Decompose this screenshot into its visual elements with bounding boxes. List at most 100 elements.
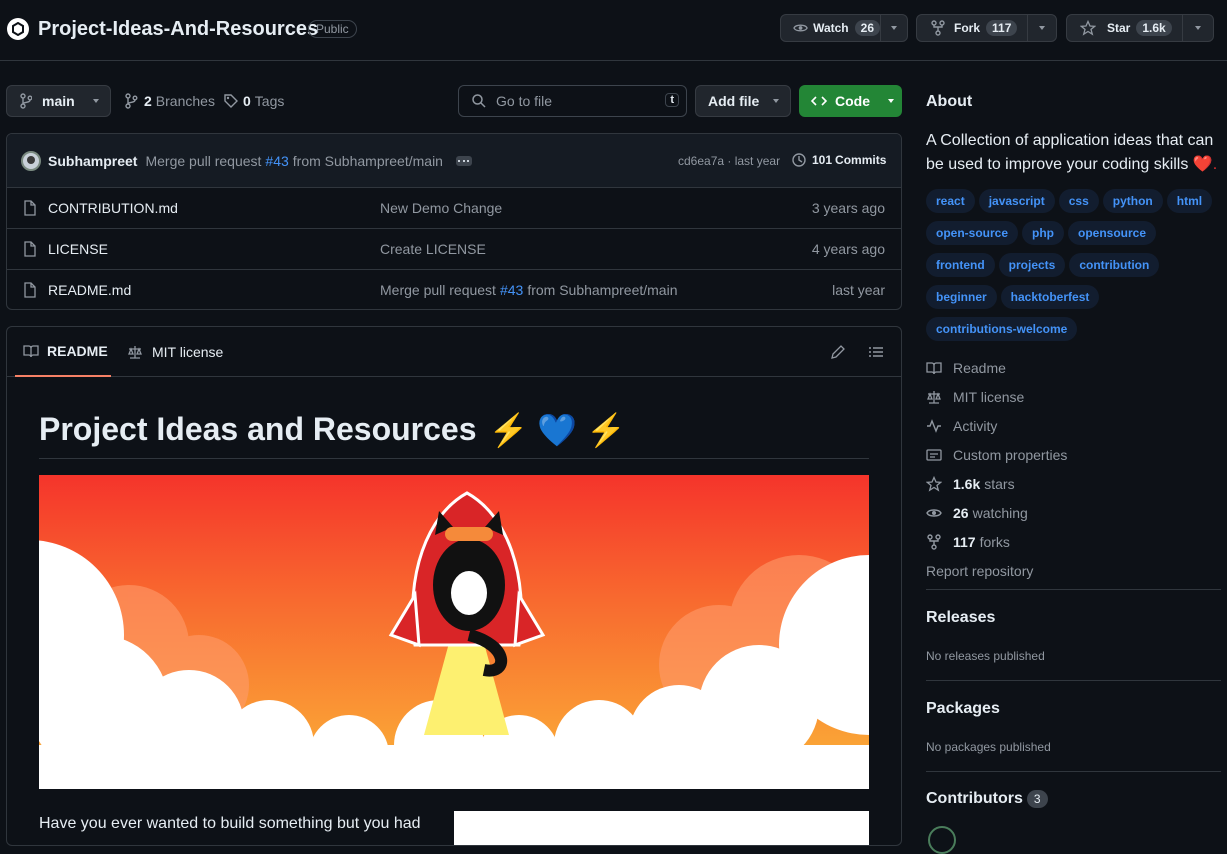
topic-tag[interactable]: python [1102,189,1163,213]
file-commit-pr-link[interactable]: #43 [500,282,523,298]
fork-icon [927,533,941,550]
topic-tag[interactable]: projects [998,253,1066,277]
contributor-avatar[interactable] [928,826,956,854]
forks-link[interactable]: 117 forks [926,527,1222,556]
go-to-file-input[interactable]: Go to file t [458,85,687,117]
note-icon [926,448,942,461]
commit-pr-link[interactable]: #43 [265,153,288,169]
commit-sha-time[interactable]: cd6ea7a · last year [678,154,780,168]
star-button[interactable]: Star 1.6k [1066,14,1214,42]
topic-tag[interactable]: css [1058,189,1099,213]
history-icon [792,153,806,167]
forks-count: 117 [953,533,976,550]
file-name[interactable]: CONTRIBUTION.md [48,200,178,216]
report-repository-link[interactable]: Report repository [926,556,1222,585]
file-icon [24,200,36,216]
readme-side-image [454,811,869,845]
tab-readme[interactable]: README [15,327,111,377]
license-link[interactable]: MIT license [926,382,1222,411]
chevron-down-icon [92,99,99,103]
file-commit-message[interactable]: Merge pull request [380,282,496,298]
shortcut-key: t [665,93,679,107]
repo-name[interactable]: Project-Ideas-And-Resources [38,18,318,41]
tags-label: Tags [254,93,285,109]
branch-selector[interactable]: main [6,85,111,117]
sidebar-divider [926,771,1221,772]
star-label: Star [1107,21,1131,35]
custom-properties-link[interactable]: Custom properties [926,440,1222,469]
avatar[interactable] [21,150,41,171]
code-label: Code [835,93,870,109]
branches-link[interactable]: 2 Branches [124,93,215,109]
commit-message-prefix[interactable]: Merge pull request [145,153,261,169]
sidebar-divider [926,589,1221,590]
stars-link[interactable]: 1.6k stars [926,469,1222,498]
readme-intro-text: Have you ever wanted to build something … [39,815,421,832]
file-commit-message-suffix[interactable]: from Subhampreet/main [527,282,677,298]
scale-icon [128,346,142,359]
file-commit-message[interactable]: New Demo Change [380,200,502,216]
tags-count: 0 [243,93,251,109]
branches-count: 2 [144,93,152,109]
heart-icon: ❤️. [1192,156,1218,173]
commits-link[interactable]: 101 Commits [791,152,886,168]
activity-link[interactable]: Activity [926,411,1222,440]
search-icon [472,94,486,108]
file-commit-message[interactable]: Create LICENSE [380,241,486,257]
watching-link[interactable]: 26 watching [926,498,1222,527]
commit-message-suffix[interactable]: from Subhampreet/main [293,153,443,169]
topic-tag[interactable]: beginner [926,285,997,309]
topic-tag[interactable]: javascript [978,189,1055,213]
readme-panel: README MIT license Project Ideas and Res… [6,326,902,846]
contributors-header[interactable]: Contributors 3 [926,790,1048,808]
about-description: A Collection of application ideas that c… [926,129,1222,177]
book-icon [926,361,942,374]
code-button[interactable]: Code [799,85,902,117]
file-name[interactable]: README.md [48,282,131,298]
topic-tag[interactable]: hacktoberfest [1000,285,1100,309]
commits-count: 101 [812,153,833,167]
repo-header: Project-Ideas-And-Resources Public Watch… [0,0,1227,61]
pencil-icon[interactable] [830,344,846,360]
file-name[interactable]: LICENSE [48,241,108,257]
table-row[interactable]: README.md Merge pull request #43 from Su… [7,269,901,309]
latest-commit-bar: Subhampreet Merge pull request #43 from … [7,134,901,187]
star-icon [1080,20,1096,36]
commit-details-button[interactable] [455,155,472,166]
watch-count: 26 [854,20,880,36]
chevron-down-icon [773,99,780,103]
topic-tag[interactable]: php [1022,221,1065,245]
topic-tag[interactable]: contributions-welcome [926,317,1078,341]
tags-link[interactable]: 0 Tags [223,93,284,109]
table-row[interactable]: LICENSE Create LICENSE 4 years ago [7,228,901,269]
list-icon[interactable] [868,344,884,360]
watch-button[interactable]: Watch 26 [780,14,908,42]
contributors-heading: Contributors [926,790,1023,807]
table-row[interactable]: CONTRIBUTION.md New Demo Change 3 years … [7,187,901,228]
readme-link[interactable]: Readme [926,353,1222,382]
tab-license[interactable]: MIT license [127,327,223,377]
fork-button[interactable]: Fork 117 [916,14,1057,42]
stars-count: 1.6k [953,475,981,492]
sidebar-divider [926,680,1221,681]
topic-tag[interactable]: frontend [926,253,995,277]
watch-label: Watch [813,21,849,35]
releases-heading[interactable]: Releases [926,609,995,627]
topic-tag[interactable]: contribution [1069,253,1160,277]
file-icon [24,241,36,257]
topic-tag[interactable]: html [1166,189,1213,213]
code-icon [811,96,827,106]
topic-tag[interactable]: open-source [926,221,1019,245]
visibility-badge: Public [308,20,357,38]
book-icon [23,345,39,358]
commit-author[interactable]: Subhampreet [48,153,137,169]
packages-heading[interactable]: Packages [926,700,1000,718]
tab-license-label: MIT license [152,344,224,360]
about-sidebar: About A Collection of application ideas … [926,85,1222,585]
topic-tag[interactable]: react [926,189,975,213]
add-file-button[interactable]: Add file [695,85,791,117]
repo-logo-icon [7,18,29,40]
chevron-down-icon [891,26,897,30]
topic-tag[interactable]: opensource [1068,221,1157,245]
about-heading: About [926,93,973,110]
